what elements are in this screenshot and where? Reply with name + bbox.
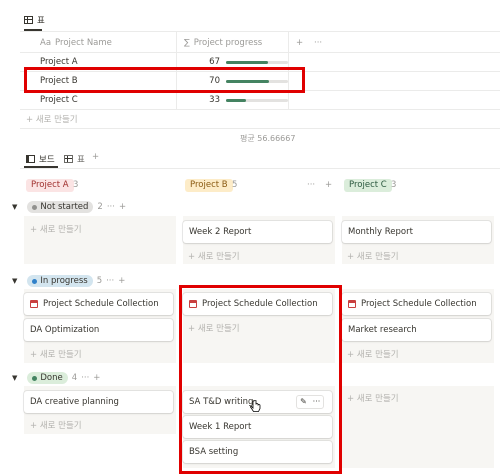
row-progress-value: 67: [209, 57, 220, 67]
column-tag-project-b[interactable]: Project B: [185, 179, 233, 192]
new-card-button[interactable]: + 새로 만들기: [30, 348, 82, 360]
status-dot-icon: [32, 278, 38, 284]
board-icon: [26, 155, 35, 163]
column-more-button[interactable]: ···: [307, 179, 315, 192]
row-progress-value: 33: [209, 95, 220, 105]
group-add-button[interactable]: +: [118, 276, 125, 286]
table-view-tab-label: 표: [37, 16, 45, 26]
divider: [20, 109, 500, 110]
collapse-triangle-icon[interactable]: ▼: [12, 277, 17, 285]
group-header-in-progress[interactable]: ▼ In progress 5 ··· +: [12, 275, 125, 287]
collapse-triangle-icon[interactable]: ▼: [12, 203, 17, 211]
column-header-name[interactable]: Aa Project Name: [40, 38, 112, 48]
calendar-icon: [348, 300, 356, 308]
group-count: 2: [97, 202, 103, 212]
group-tag: In progress: [27, 275, 93, 287]
group-tag: Not started: [27, 201, 94, 213]
divider: [20, 128, 500, 129]
divider: [20, 168, 500, 169]
new-card-button[interactable]: + 새로 만들기: [347, 392, 399, 404]
collapse-triangle-icon[interactable]: ▼: [12, 374, 17, 382]
table-view-tab[interactable]: 표: [64, 153, 85, 165]
progress-bar: [226, 99, 288, 102]
column-header-progress[interactable]: ∑ Project progress: [184, 38, 262, 48]
row-name[interactable]: Project C: [40, 95, 78, 105]
calendar-icon: [30, 300, 38, 308]
progress-bar: [226, 61, 288, 64]
table-row[interactable]: Project C 33: [24, 91, 500, 109]
new-row-button[interactable]: + 새로 만들기: [26, 113, 78, 125]
new-card-button[interactable]: + 새로 만들기: [30, 223, 82, 235]
column-count: 3: [73, 180, 79, 190]
group-count: 4: [71, 373, 78, 383]
board-card[interactable]: DA Optimization: [24, 319, 173, 341]
group-more-button[interactable]: ···: [106, 276, 114, 286]
group-add-button[interactable]: +: [119, 202, 126, 212]
new-card-button[interactable]: + 새로 만들기: [188, 250, 240, 262]
row-name[interactable]: Project A: [40, 57, 78, 67]
group-more-button[interactable]: ···: [107, 202, 115, 212]
highlight-box: [179, 285, 342, 474]
board-card[interactable]: Monthly Report: [342, 221, 491, 243]
group-tag: Done: [27, 372, 68, 384]
column-count: 5: [232, 180, 238, 190]
board-card[interactable]: Week 2 Report: [183, 221, 332, 243]
column-count: 3: [391, 180, 397, 190]
group-add-button[interactable]: +: [93, 373, 100, 383]
more-options-button[interactable]: ···: [314, 38, 322, 48]
status-dot-icon: [32, 204, 38, 210]
table-icon: [64, 155, 73, 163]
add-view-button[interactable]: +: [92, 152, 99, 162]
group-header-not-started[interactable]: ▼ Not started 2 ··· +: [12, 201, 126, 213]
table-view-tab[interactable]: 표: [24, 14, 45, 26]
group-header-done[interactable]: ▼ Done 4 ··· +: [12, 372, 100, 384]
text-property-icon: Aa: [40, 38, 52, 48]
group-more-button[interactable]: ···: [81, 373, 89, 383]
column-tag-project-c[interactable]: Project C: [344, 179, 392, 192]
board-card[interactable]: Project Schedule Collection: [24, 293, 173, 315]
board-card[interactable]: Market research: [342, 319, 491, 341]
add-property-button[interactable]: +: [296, 38, 303, 48]
group-count: 5: [96, 276, 103, 286]
column-add-button[interactable]: +: [325, 179, 332, 192]
column-tag-project-a[interactable]: Project A: [26, 179, 74, 192]
new-card-button[interactable]: + 새로 만들기: [347, 250, 399, 262]
new-card-button[interactable]: + 새로 만들기: [30, 419, 82, 431]
status-dot-icon: [32, 375, 38, 381]
board-card[interactable]: DA creative planning: [24, 391, 173, 413]
new-card-button[interactable]: + 새로 만들기: [347, 348, 399, 360]
board-card[interactable]: Project Schedule Collection: [342, 293, 491, 315]
board-view-tab[interactable]: 보드: [26, 153, 55, 165]
highlight-box: [24, 67, 305, 93]
table-icon: [24, 16, 33, 24]
formula-icon: ∑: [184, 38, 190, 48]
average-calculation[interactable]: 평균 56.66667: [240, 133, 295, 144]
divider: [20, 31, 500, 32]
